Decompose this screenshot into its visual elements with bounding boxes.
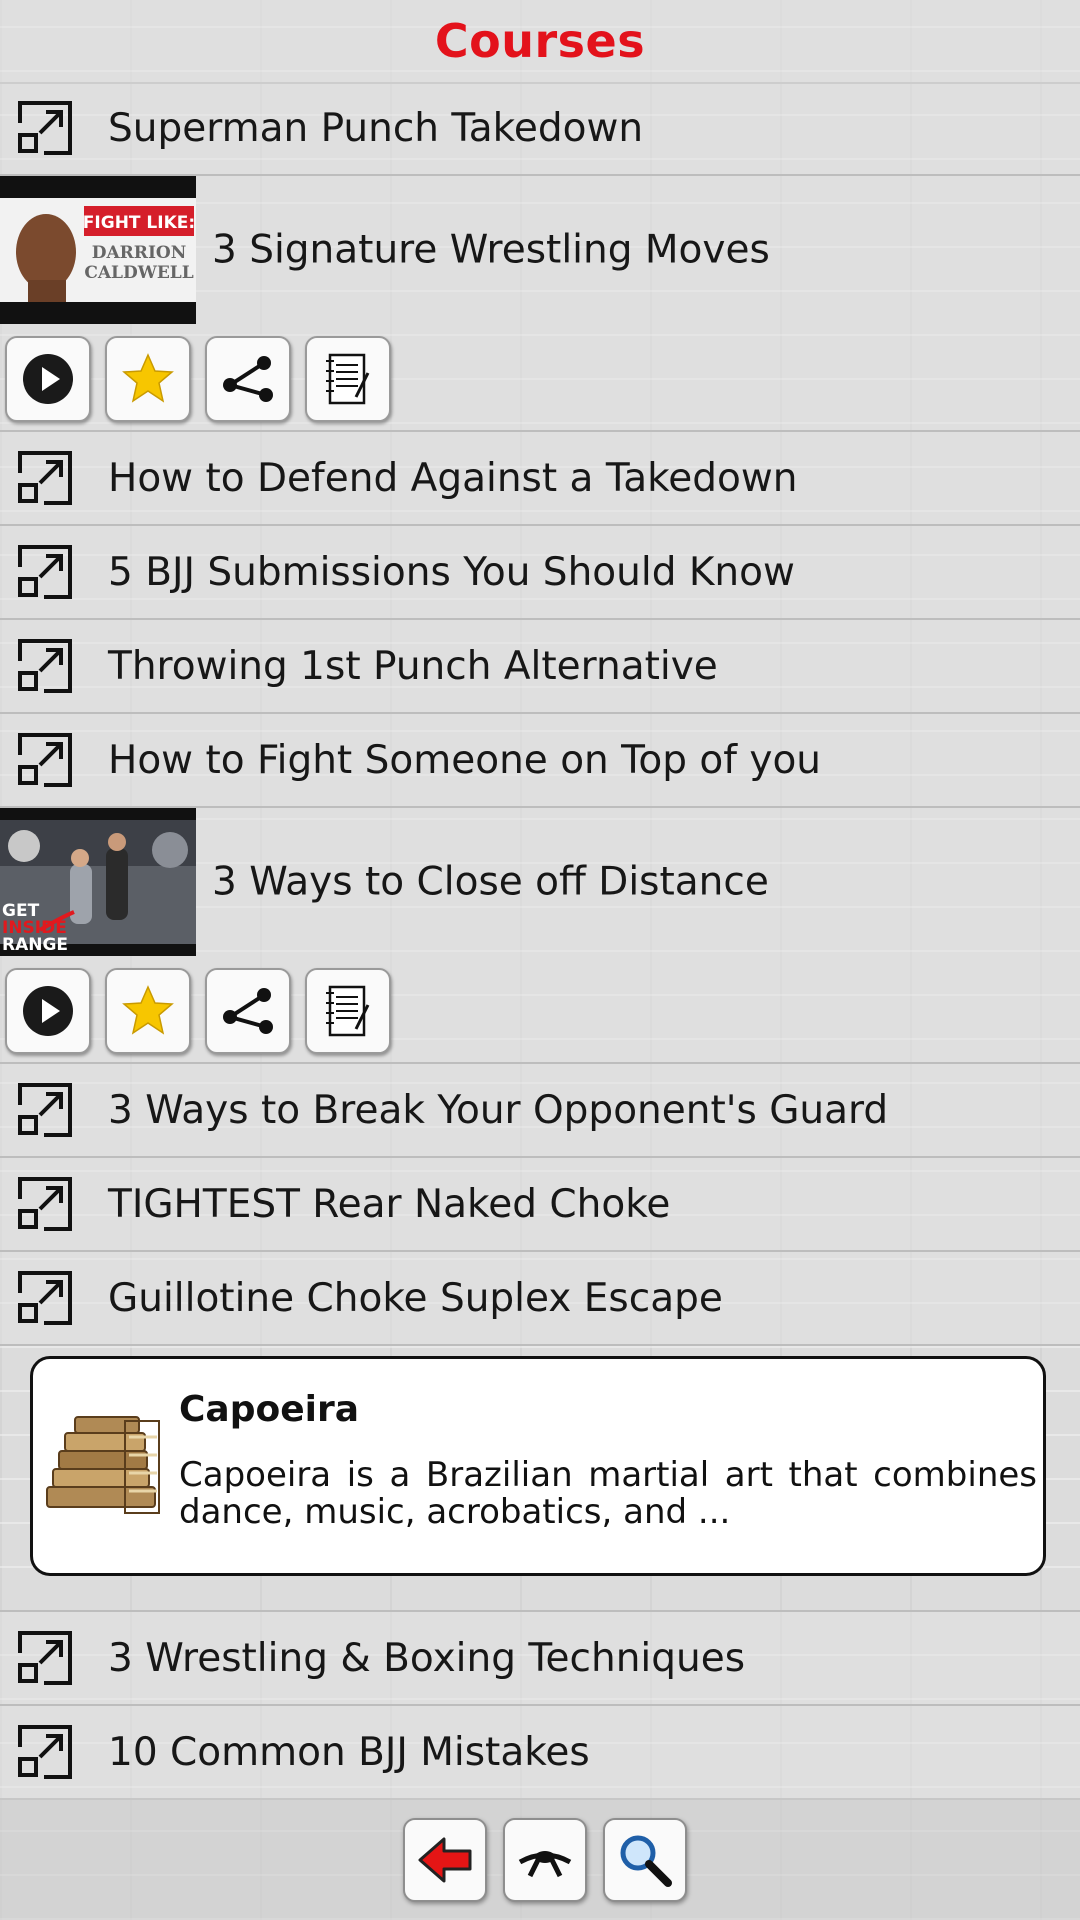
- list-item[interactable]: How to Fight Someone on Top of you: [0, 714, 1080, 808]
- list-item[interactable]: How to Defend Against a Takedown: [0, 432, 1080, 526]
- video-thumbnail[interactable]: GET INSIDE RANGE: [0, 808, 196, 956]
- external-link-icon: [18, 1083, 72, 1137]
- notes-icon: [326, 353, 370, 405]
- header-bar: Courses: [0, 0, 1080, 84]
- list-item[interactable]: Guillotine Choke Suplex Escape: [0, 1252, 1080, 1346]
- list-item[interactable]: 5 BJJ Submissions You Should Know: [0, 526, 1080, 620]
- star-icon: [122, 985, 174, 1035]
- star-icon: [122, 353, 174, 403]
- notes-icon: [326, 985, 370, 1037]
- back-button[interactable]: [403, 1818, 487, 1902]
- list-item-label: How to Defend Against a Takedown: [108, 455, 798, 501]
- favorite-button[interactable]: [105, 968, 191, 1054]
- external-link-icon: [18, 545, 72, 599]
- list-item[interactable]: Superman Punch Takedown: [0, 82, 1080, 176]
- card-title: Capoeira: [179, 1389, 360, 1430]
- list-item[interactable]: Throwing 1st Punch Alternative: [0, 620, 1080, 714]
- external-link-icon: [18, 451, 72, 505]
- play-icon: [23, 986, 73, 1036]
- share-button[interactable]: [205, 336, 291, 422]
- favorite-button[interactable]: [105, 336, 191, 422]
- course-list: Superman Punch Takedown FIGHT LIKE: DARR…: [0, 82, 1080, 1800]
- list-item[interactable]: 3 Ways to Break Your Opponent's Guard: [0, 1064, 1080, 1158]
- list-item-label: TIGHTEST Rear Naked Choke: [108, 1181, 671, 1227]
- action-bar: [0, 956, 1080, 1064]
- list-item[interactable]: TIGHTEST Rear Naked Choke: [0, 1158, 1080, 1252]
- list-item-label: 3 Wrestling & Boxing Techniques: [108, 1635, 746, 1681]
- external-link-icon: [18, 733, 72, 787]
- info-card[interactable]: Capoeira Capoeira is a Brazilian martial…: [30, 1356, 1046, 1576]
- back-arrow-icon: [418, 1837, 472, 1883]
- list-item[interactable]: 10 Common BJJ Mistakes: [0, 1706, 1080, 1800]
- play-icon: [23, 354, 73, 404]
- bottom-nav-bar: [0, 1798, 1080, 1920]
- list-item-label: 3 Ways to Close off Distance: [212, 859, 769, 905]
- notes-button[interactable]: [305, 968, 391, 1054]
- list-item-label: Superman Punch Takedown: [108, 105, 644, 151]
- notes-button[interactable]: [305, 336, 391, 422]
- list-item-label: Guillotine Choke Suplex Escape: [108, 1275, 723, 1321]
- action-bar: [0, 324, 1080, 432]
- list-item-label: 3 Signature Wrestling Moves: [212, 227, 770, 273]
- external-link-icon: [18, 1631, 72, 1685]
- page-title: Courses: [434, 14, 646, 68]
- featured-item[interactable]: FIGHT LIKE: DARRION CALDWELL 3 Signature…: [0, 176, 1080, 324]
- info-card-container: Capoeira Capoeira is a Brazilian martial…: [0, 1346, 1080, 1612]
- list-item-label: How to Fight Someone on Top of you: [108, 737, 822, 783]
- belt-button[interactable]: [503, 1818, 587, 1902]
- play-button[interactable]: [5, 336, 91, 422]
- share-button[interactable]: [205, 968, 291, 1054]
- list-item-label: 5 BJJ Submissions You Should Know: [108, 549, 795, 595]
- card-description: Capoeira is a Brazilian martial art that…: [179, 1455, 1037, 1532]
- books-icon: [46, 1416, 160, 1514]
- list-item-label: Throwing 1st Punch Alternative: [108, 643, 718, 689]
- external-link-icon: [18, 1725, 72, 1779]
- external-link-icon: [18, 1271, 72, 1325]
- share-icon: [223, 988, 273, 1034]
- list-item[interactable]: 3 Wrestling & Boxing Techniques: [0, 1612, 1080, 1706]
- search-icon: [620, 1835, 672, 1887]
- search-button[interactable]: [603, 1818, 687, 1902]
- thumbnail-text: DARRION: [92, 243, 187, 263]
- external-link-icon: [18, 101, 72, 155]
- thumbnail-text: RANGE: [2, 935, 68, 955]
- external-link-icon: [18, 639, 72, 693]
- list-item-label: 3 Ways to Break Your Opponent's Guard: [108, 1087, 889, 1133]
- share-icon: [223, 356, 273, 402]
- belt-icon: [518, 1851, 572, 1878]
- play-button[interactable]: [5, 968, 91, 1054]
- thumbnail-text: FIGHT LIKE:: [83, 213, 195, 233]
- featured-item[interactable]: GET INSIDE RANGE 3 Ways to Close off Dis…: [0, 808, 1080, 956]
- external-link-icon: [18, 1177, 72, 1231]
- video-thumbnail[interactable]: FIGHT LIKE: DARRION CALDWELL: [0, 176, 196, 324]
- thumbnail-text: CALDWELL: [84, 263, 193, 283]
- list-item-label: 10 Common BJJ Mistakes: [108, 1729, 590, 1775]
